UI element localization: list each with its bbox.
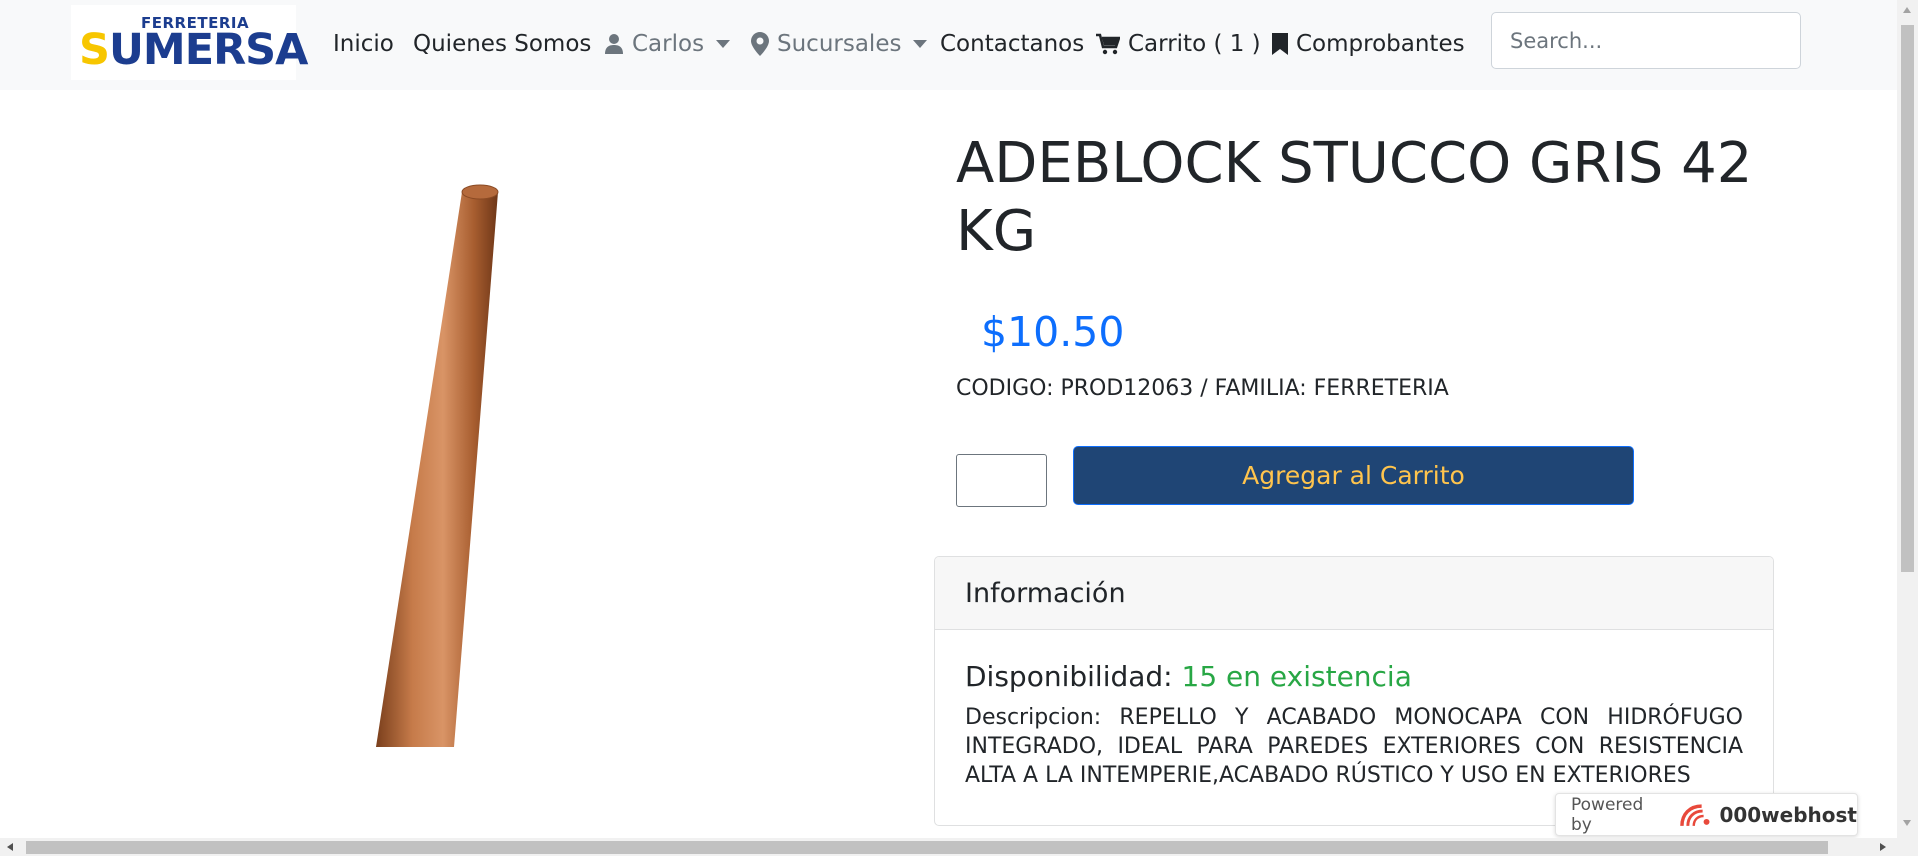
map-pin-icon: [751, 32, 769, 56]
logo-rest-text: UMERSA: [108, 25, 308, 75]
quantity-input[interactable]: [956, 454, 1047, 507]
availability-value: 15 en existencia: [1181, 660, 1412, 693]
product-image: [340, 180, 530, 747]
nav-carrito-label: Carrito ( 1 ): [1128, 31, 1261, 57]
horizontal-scrollbar[interactable]: [0, 838, 1918, 856]
nav-user-label: Carlos: [632, 31, 705, 57]
search-input[interactable]: [1491, 12, 1801, 69]
nav-sucursales-label: Sucursales: [777, 31, 902, 57]
info-card-body: Disponibilidad: 15 en existencia Descrip…: [935, 630, 1773, 790]
webhost-logo-icon: [1680, 803, 1710, 826]
user-icon: [605, 34, 623, 54]
chevron-down-icon: [913, 40, 928, 48]
scroll-up-icon[interactable]: [1903, 7, 1911, 13]
product-title: ADEBLOCK STUCCO GRIS 42 KG: [956, 131, 1753, 264]
info-card: Información Disponibilidad: 15 en existe…: [934, 556, 1774, 826]
powered-by-badge[interactable]: Powered by 000webhost: [1555, 793, 1858, 836]
nav-comprobantes[interactable]: Comprobantes: [1272, 0, 1465, 88]
bookmark-icon: [1272, 33, 1288, 55]
logo-first-letter: S: [79, 25, 110, 75]
brand-logo[interactable]: FERRETERIA SUMERSA: [71, 5, 308, 80]
powered-by-text: Powered by: [1571, 794, 1644, 835]
scroll-right-icon[interactable]: [1880, 843, 1886, 851]
scroll-left-icon[interactable]: [7, 843, 13, 851]
nav-comprobantes-label: Comprobantes: [1296, 31, 1465, 57]
availability-label: Disponibilidad:: [965, 660, 1173, 693]
add-to-cart-button[interactable]: Agregar al Carrito: [1073, 446, 1634, 505]
availability: Disponibilidad: 15 en existencia: [965, 660, 1743, 693]
vertical-scroll-thumb[interactable]: [1901, 25, 1914, 572]
nav-user-dropdown[interactable]: Carlos: [604, 0, 731, 88]
nav-sucursales-dropdown[interactable]: Sucursales: [751, 0, 928, 88]
copper-rod-image: [376, 184, 499, 747]
chevron-down-icon: [716, 40, 731, 48]
navbar: FERRETERIA SUMERSA Inicio Quienes Somos …: [0, 0, 1897, 90]
scroll-down-icon[interactable]: [1903, 820, 1911, 826]
nav-quienes-somos[interactable]: Quienes Somos: [413, 0, 591, 88]
nav-carrito[interactable]: Carrito ( 1 ): [1096, 0, 1261, 88]
product-code-family: CODIGO: PROD12063 / FAMILIA: FERRETERIA: [956, 376, 1449, 401]
nav-inicio[interactable]: Inicio: [333, 0, 394, 88]
nav-contactanos[interactable]: Contactanos: [940, 0, 1084, 88]
webhost-brand-text: 000webhost: [1719, 802, 1857, 827]
info-card-header: Información: [935, 557, 1773, 630]
logo-big-text: SUMERSA: [79, 29, 308, 72]
horizontal-scroll-thumb[interactable]: [26, 841, 1828, 854]
product-price: $10.50: [981, 308, 1125, 356]
product-description: Descripcion: REPELLO Y ACABADO MONOCAPA …: [965, 705, 1743, 788]
cart-icon: [1096, 33, 1120, 55]
vertical-scrollbar[interactable]: [1897, 0, 1918, 838]
